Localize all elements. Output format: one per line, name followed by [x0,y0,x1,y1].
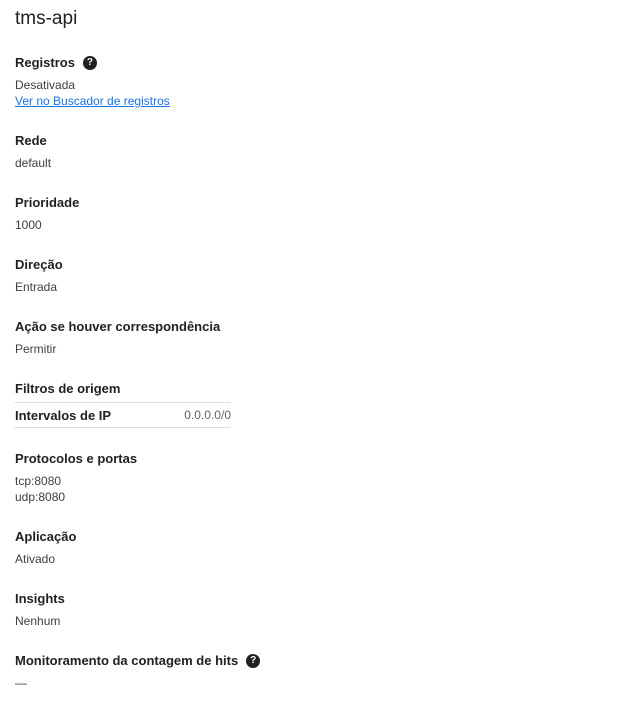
protocols-label: Protocolos e portas [15,451,138,466]
insights-value: Nenhum [15,614,61,628]
network-label: Rede [15,133,47,148]
ip-ranges-value: 0.0.0.0/0 [184,408,231,422]
logs-label: Registros ? [15,55,97,71]
ip-ranges-label: Intervalos de IP [15,407,112,423]
hit-count-label: Monitoramento da contagem de hits ? [15,653,261,669]
protocol-udp: udp:8080 [15,490,66,504]
direction-label: Direção [15,257,63,272]
logs-value: Desativada [15,78,76,92]
ip-ranges-row: Intervalos de IP 0.0.0.0/0 [15,402,231,428]
view-in-logs-explorer-link[interactable]: Ver no Buscador de registros [15,94,170,109]
action-value: Permitir [15,342,57,356]
insights-label: Insights [15,591,65,606]
page-title: tms-api [15,8,78,29]
hit-count-label-text: Monitoramento da contagem de hits [15,653,239,668]
logs-label-text: Registros [15,55,75,70]
help-circle-icon[interactable]: ? [246,654,261,668]
help-circle-icon[interactable]: ? [82,56,97,70]
priority-value: 1000 [15,218,42,232]
protocol-tcp: tcp:8080 [15,474,62,488]
direction-value: Entrada [15,280,58,294]
priority-label: Prioridade [15,195,80,210]
hit-count-value: — [15,676,27,690]
action-label: Ação se houver correspondência [15,319,221,334]
enforcement-label: Aplicação [15,529,77,544]
network-value: default [15,156,52,170]
firewall-rule-details: tms-api Registros ? Desativada Ver no Bu… [0,0,617,711]
enforcement-value: Ativado [15,552,56,566]
source-filters-label: Filtros de origem [15,381,121,396]
